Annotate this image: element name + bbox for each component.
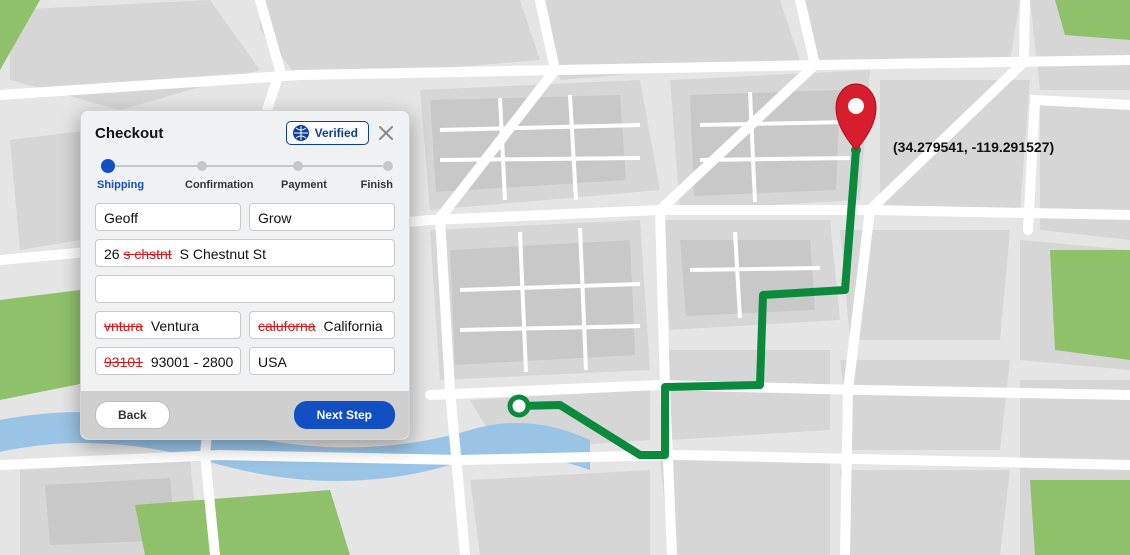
- marker-coordinates-label: (34.279541, -119.291527): [893, 139, 1054, 155]
- zip-field[interactable]: 93101 93001 - 2800: [95, 347, 241, 375]
- address2-field[interactable]: [95, 275, 395, 303]
- zip-bad: 93101: [104, 354, 143, 370]
- checkout-header: Checkout Verified: [81, 111, 409, 151]
- step-dot-confirmation[interactable]: [197, 161, 207, 171]
- step-dot-finish[interactable]: [383, 161, 393, 171]
- verified-label: Verified: [315, 126, 358, 140]
- first-name-value: Geoff: [104, 210, 138, 226]
- state-bad: caluforna: [258, 318, 316, 334]
- step-label-finish: Finish: [359, 179, 393, 191]
- country-field[interactable]: USA: [249, 347, 395, 375]
- next-label: Next Step: [317, 408, 372, 422]
- zip-good: 93001 - 2800: [151, 354, 234, 370]
- last-name-field[interactable]: Grow: [249, 203, 395, 231]
- address1-field[interactable]: 26 s chstnt S Chestnut St: [95, 239, 395, 267]
- checkout-title: Checkout: [95, 125, 163, 142]
- step-label-shipping: Shipping: [97, 179, 185, 191]
- close-button[interactable]: [375, 122, 397, 144]
- checkout-stepper: Shipping Confirmation Payment Finish: [81, 151, 409, 191]
- last-name-value: Grow: [258, 210, 291, 226]
- first-name-field[interactable]: Geoff: [95, 203, 241, 231]
- city-good: Ventura: [151, 318, 199, 334]
- address1-bad: s chstnt: [123, 246, 171, 262]
- state-good: California: [323, 318, 382, 334]
- step-label-confirmation: Confirmation: [185, 179, 281, 191]
- city-bad: vntura: [104, 318, 143, 334]
- step-dot-payment[interactable]: [293, 161, 303, 171]
- checkout-footer: Back Next Step: [81, 391, 409, 439]
- step-label-payment: Payment: [281, 179, 359, 191]
- step-dot-shipping[interactable]: [101, 159, 115, 173]
- address1-good: S Chestnut St: [180, 246, 266, 262]
- address1-prefix: 26: [104, 246, 120, 262]
- verified-badge[interactable]: Verified: [286, 121, 369, 145]
- city-field[interactable]: vntura Ventura: [95, 311, 241, 339]
- country-value: USA: [258, 354, 287, 370]
- checkout-panel: Checkout Verified Ship: [80, 110, 410, 440]
- globe-icon: [293, 125, 309, 141]
- next-step-button[interactable]: Next Step: [294, 401, 395, 429]
- close-icon: [378, 125, 394, 141]
- back-button[interactable]: Back: [95, 401, 170, 429]
- shipping-form: Geoff Grow 26 s chstnt S Chestnut St vnt…: [81, 191, 409, 391]
- state-field[interactable]: caluforna California: [249, 311, 395, 339]
- back-label: Back: [118, 408, 147, 422]
